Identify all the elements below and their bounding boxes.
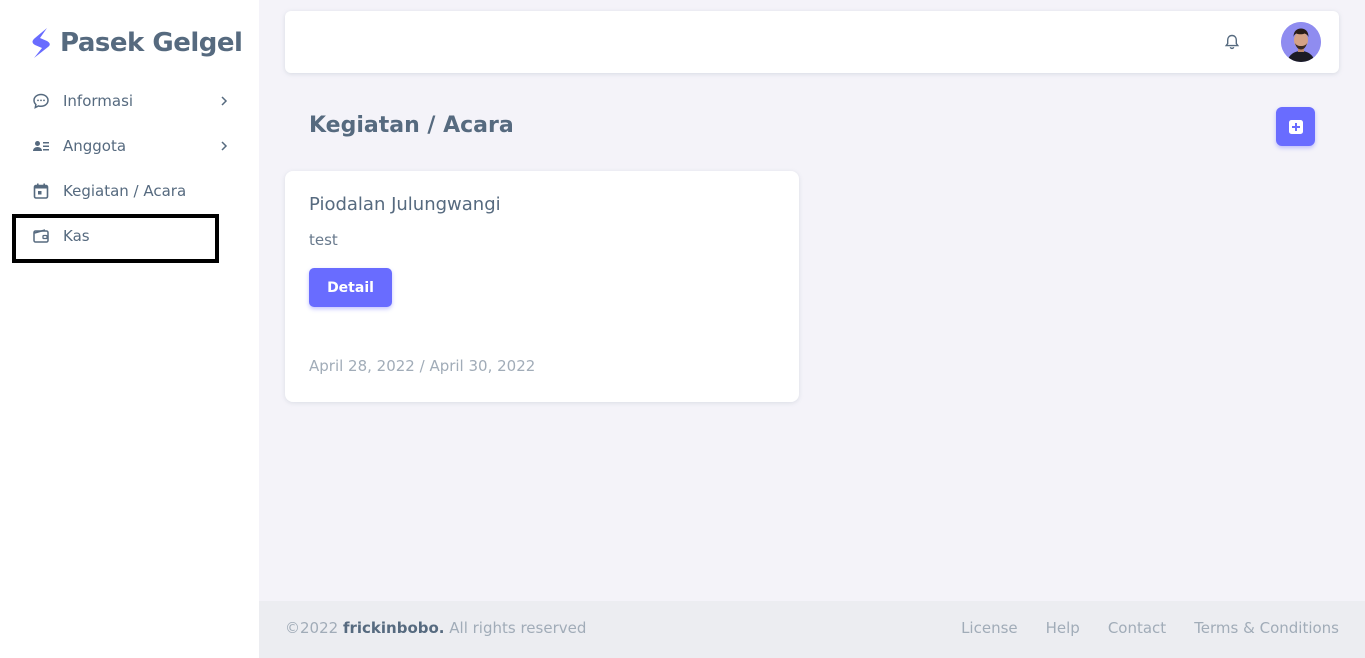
brand[interactable]: Pasek Gelgel [29,26,243,60]
copyright-suffix: All rights reserved [444,619,587,637]
copyright-prefix: ©2022 [285,619,343,637]
add-event-button[interactable] [1276,107,1315,146]
event-title: Piodalan Julungwangi [309,194,501,215]
bell-icon[interactable] [1223,33,1241,51]
sidebar-item-kegiatan[interactable]: Kegiatan / Acara [32,176,237,206]
chevron-right-icon [221,96,228,106]
event-description: test [309,231,338,249]
footer-link-terms[interactable]: Terms & Conditions [1194,619,1339,637]
top-navbar [285,11,1339,73]
user-list-icon [32,137,50,155]
user-avatar-icon [1281,22,1321,62]
footer-link-contact[interactable]: Contact [1108,619,1166,637]
plus-square-icon [1288,119,1303,134]
author-link[interactable]: frickinbobo. [343,619,445,637]
selection-highlight [12,214,219,263]
avatar[interactable] [1281,22,1321,62]
sidebar-item-informasi[interactable]: Informasi [32,86,237,116]
page-title: Kegiatan / Acara [309,113,514,138]
chat-bubble-icon [32,92,50,110]
sidebar: Pasek Gelgel Informasi Anggota Kegiatan … [0,0,259,658]
footer-links: License Help Contact Terms & Conditions [933,619,1339,637]
footer: ©2022 frickinbobo. All rights reserved L… [259,601,1365,658]
copyright: ©2022 frickinbobo. All rights reserved [285,619,586,637]
footer-link-license[interactable]: License [961,619,1018,637]
sidebar-item-label: Informasi [63,92,134,110]
brand-logo-icon [32,28,50,58]
footer-link-help[interactable]: Help [1046,619,1080,637]
event-card: Piodalan Julungwangi test Detail April 2… [285,171,799,402]
calendar-icon [32,182,50,200]
brand-name: Pasek Gelgel [60,28,243,58]
sidebar-item-label: Anggota [63,137,127,155]
sidebar-item-label: Kegiatan / Acara [63,182,187,200]
sidebar-item-anggota[interactable]: Anggota [32,131,237,161]
chevron-right-icon [221,141,228,151]
detail-button[interactable]: Detail [309,268,392,307]
event-date-range: April 28, 2022 / April 30, 2022 [309,357,536,375]
